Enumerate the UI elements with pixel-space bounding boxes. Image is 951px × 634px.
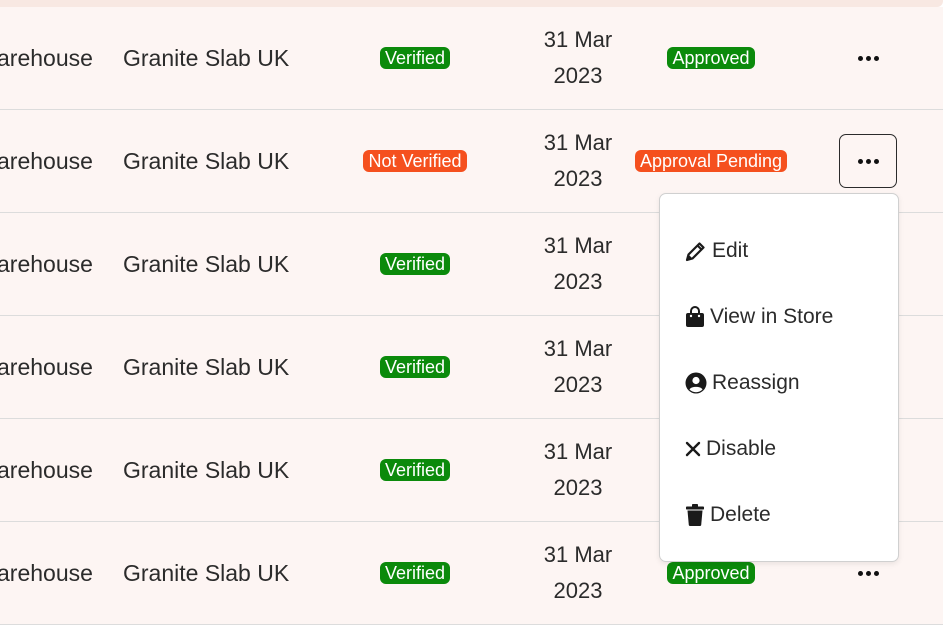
verification-cell: Verified [330, 7, 500, 109]
supplier-cell: Granite Slab UK [123, 147, 290, 174]
menu-item-label: Delete [710, 503, 771, 526]
date-cell: 31 Mar 2023 [520, 522, 636, 624]
date-cell: 31 Mar 2023 [520, 316, 636, 418]
row-actions-menu: Edit View in Store Reassign Disable Dele… [659, 193, 899, 562]
verification-badge: Verified [379, 47, 451, 69]
menu-item-label: Disable [706, 437, 777, 460]
date-cell: 31 Mar 2023 [520, 419, 636, 521]
table-header-edge [0, 0, 943, 7]
warehouse-cell: arehouse [0, 147, 93, 174]
date-day-month: 31 Mar [543, 130, 613, 155]
date-cell: 31 Mar 2023 [520, 7, 636, 109]
approval-badge: Approval Pending [634, 150, 788, 172]
supplier-cell: Granite Slab UK [123, 44, 290, 71]
more-actions-button[interactable] [839, 31, 897, 85]
date-cell: 31 Mar 2023 [520, 110, 636, 212]
warehouse-cell: arehouse [0, 250, 93, 277]
more-horizontal-icon [857, 55, 879, 61]
date-day-month: 31 Mar [543, 233, 613, 258]
more-actions-button[interactable] [839, 134, 897, 188]
supplier-cell: Granite Slab UK [123, 353, 290, 380]
verification-cell: Verified [330, 419, 500, 521]
verification-cell: Not Verified [330, 110, 500, 212]
pencil-icon [684, 239, 708, 263]
user-circle-icon [684, 371, 708, 395]
menu-item-label: Edit [712, 239, 749, 262]
warehouse-cell: arehouse [0, 44, 93, 71]
date-year: 2023 [553, 578, 603, 603]
menu-item-reassign[interactable]: Reassign [684, 363, 800, 403]
trash-icon [684, 503, 706, 527]
more-horizontal-icon [857, 570, 879, 576]
menu-item-delete[interactable]: Delete [684, 495, 771, 535]
date-year: 2023 [553, 166, 603, 191]
date-year: 2023 [553, 475, 603, 500]
date-year: 2023 [553, 372, 603, 397]
shopping-bag-icon [684, 305, 706, 329]
date-day-month: 31 Mar [543, 439, 613, 464]
warehouse-cell: arehouse [0, 353, 93, 380]
supplier-cell: Granite Slab UK [123, 250, 290, 277]
date-year: 2023 [553, 63, 603, 88]
menu-item-view-in-store[interactable]: View in Store [684, 297, 833, 337]
supplier-cell: Granite Slab UK [123, 456, 290, 483]
verification-cell: Verified [330, 316, 500, 418]
verification-badge: Verified [379, 459, 451, 481]
more-horizontal-icon [857, 158, 879, 164]
x-icon [684, 437, 702, 461]
supplier-cell: Granite Slab UK [123, 559, 290, 586]
date-year: 2023 [553, 269, 603, 294]
action-cell [838, 7, 898, 109]
date-day-month: 31 Mar [543, 542, 613, 567]
verification-cell: Verified [330, 213, 500, 315]
verification-cell: Verified [330, 522, 500, 624]
warehouse-cell: arehouse [0, 456, 93, 483]
menu-item-disable[interactable]: Disable [684, 429, 776, 469]
approval-cell: Approved [625, 7, 797, 109]
date-day-month: 31 Mar [543, 336, 613, 361]
menu-item-label: View in Store [710, 305, 834, 328]
verification-badge: Not Verified [363, 150, 467, 172]
menu-item-edit[interactable]: Edit [684, 231, 748, 271]
date-day-month: 31 Mar [543, 27, 613, 52]
table-row: arehouse Granite Slab UK Verified 31 Mar… [0, 7, 943, 110]
warehouse-cell: arehouse [0, 559, 93, 586]
menu-item-label: Reassign [712, 371, 800, 394]
verification-badge: Verified [379, 562, 451, 584]
verification-badge: Verified [379, 253, 451, 275]
approval-badge: Approved [667, 562, 755, 584]
verification-badge: Verified [379, 356, 451, 378]
date-cell: 31 Mar 2023 [520, 213, 636, 315]
approval-badge: Approved [667, 47, 755, 69]
